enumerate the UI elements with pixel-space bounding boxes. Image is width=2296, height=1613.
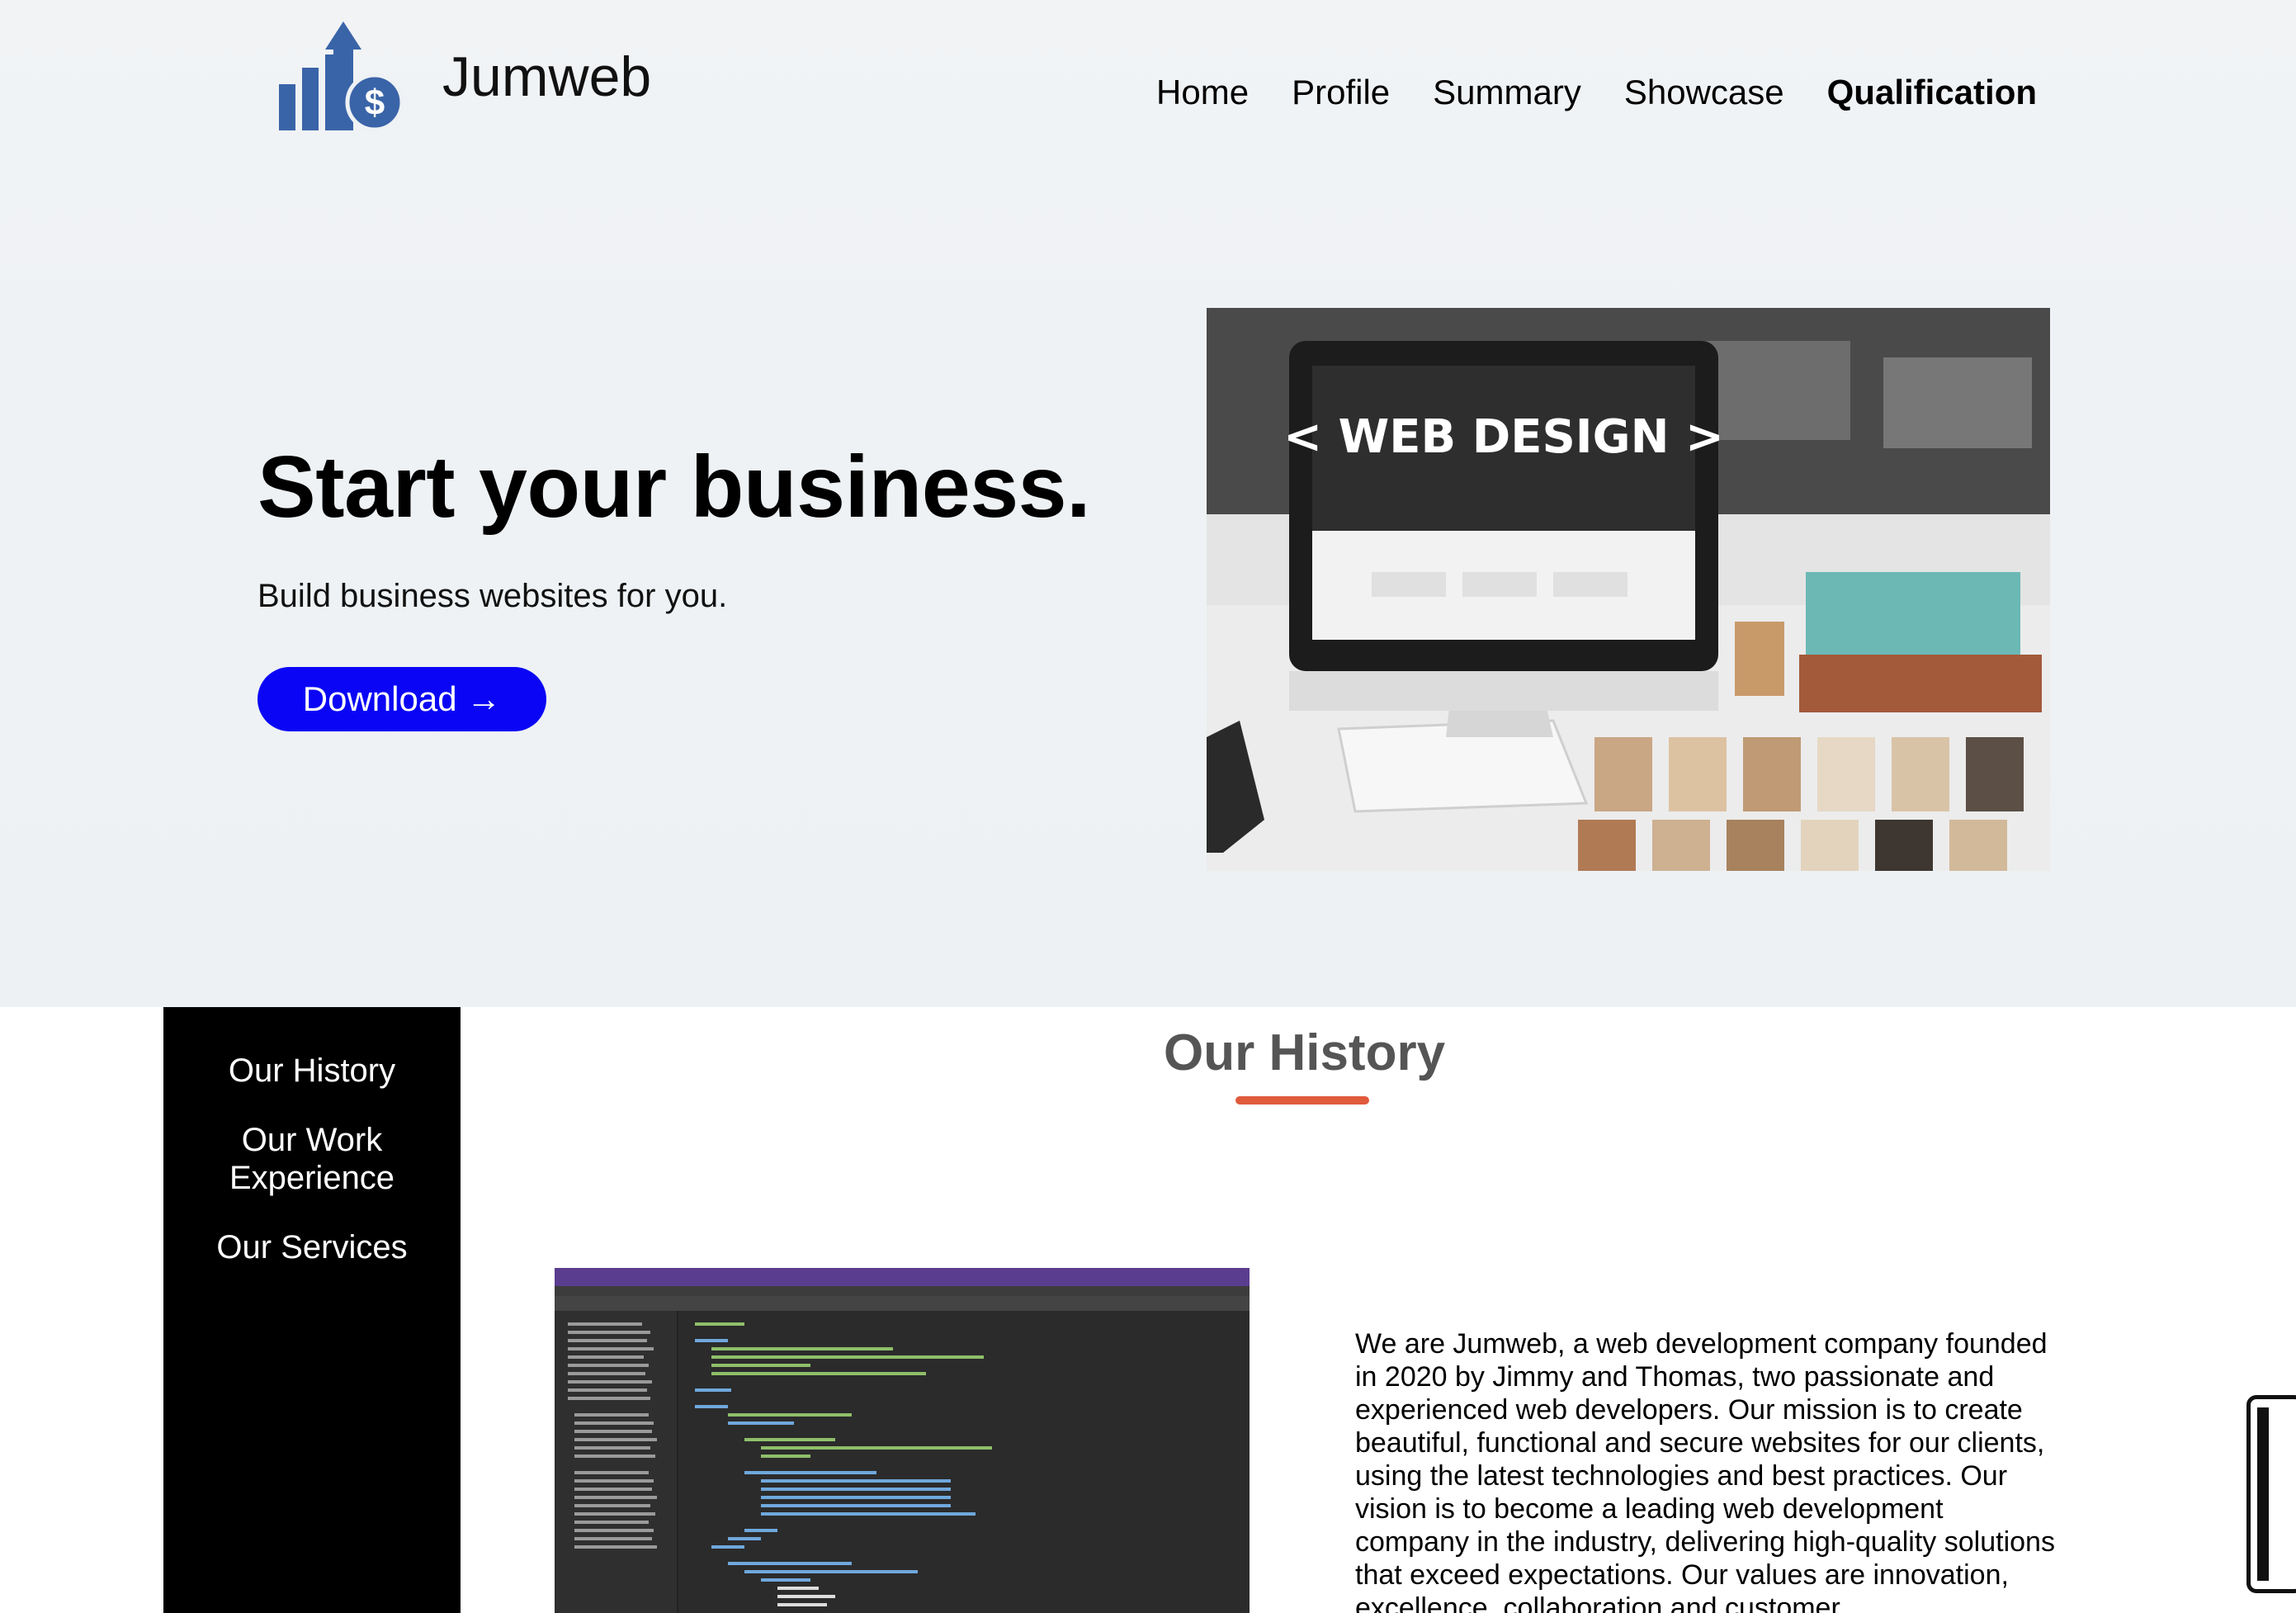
nav-showcase[interactable]: Showcase xyxy=(1624,73,1784,112)
nav-qualification[interactable]: Qualification xyxy=(1827,73,2037,112)
sidebar-item-our-history[interactable]: Our History xyxy=(163,1052,461,1090)
logo-icon[interactable]: $ xyxy=(276,21,404,134)
svg-text:$: $ xyxy=(365,83,385,123)
hero-section: $ Jumweb Home Profile Summary Showcase Q… xyxy=(0,0,2296,1007)
sidebar: Our History Our Work Experience Our Serv… xyxy=(163,1007,461,1613)
sidebar-item-our-services[interactable]: Our Services xyxy=(163,1228,461,1266)
nav-home[interactable]: Home xyxy=(1156,73,1249,112)
edge-widget-bar xyxy=(2257,1407,2269,1581)
nav-summary[interactable]: Summary xyxy=(1433,73,1581,112)
hero-title: Start your business. xyxy=(257,438,1091,536)
brand-name[interactable]: Jumweb xyxy=(442,45,651,109)
nav-profile[interactable]: Profile xyxy=(1292,73,1390,112)
sidebar-item-our-work-experience[interactable]: Our Work Experience xyxy=(163,1121,461,1197)
code-editor-screenshot xyxy=(555,1268,1250,1613)
hero-subtitle: Build business websites for you. xyxy=(257,578,728,614)
hero-image: < WEB DESIGN > xyxy=(1207,308,2050,871)
web-design-text: < WEB DESIGN > xyxy=(1283,410,1724,464)
title-underline xyxy=(1235,1096,1369,1105)
edge-widget[interactable] xyxy=(2246,1395,2296,1593)
download-button[interactable]: Download → xyxy=(257,667,546,731)
main-nav: Home Profile Summary Showcase Qualificat… xyxy=(1156,73,2037,112)
history-body: We are Jumweb, a web development company… xyxy=(1355,1328,2055,1613)
history-title: Our History xyxy=(1164,1024,1446,1081)
